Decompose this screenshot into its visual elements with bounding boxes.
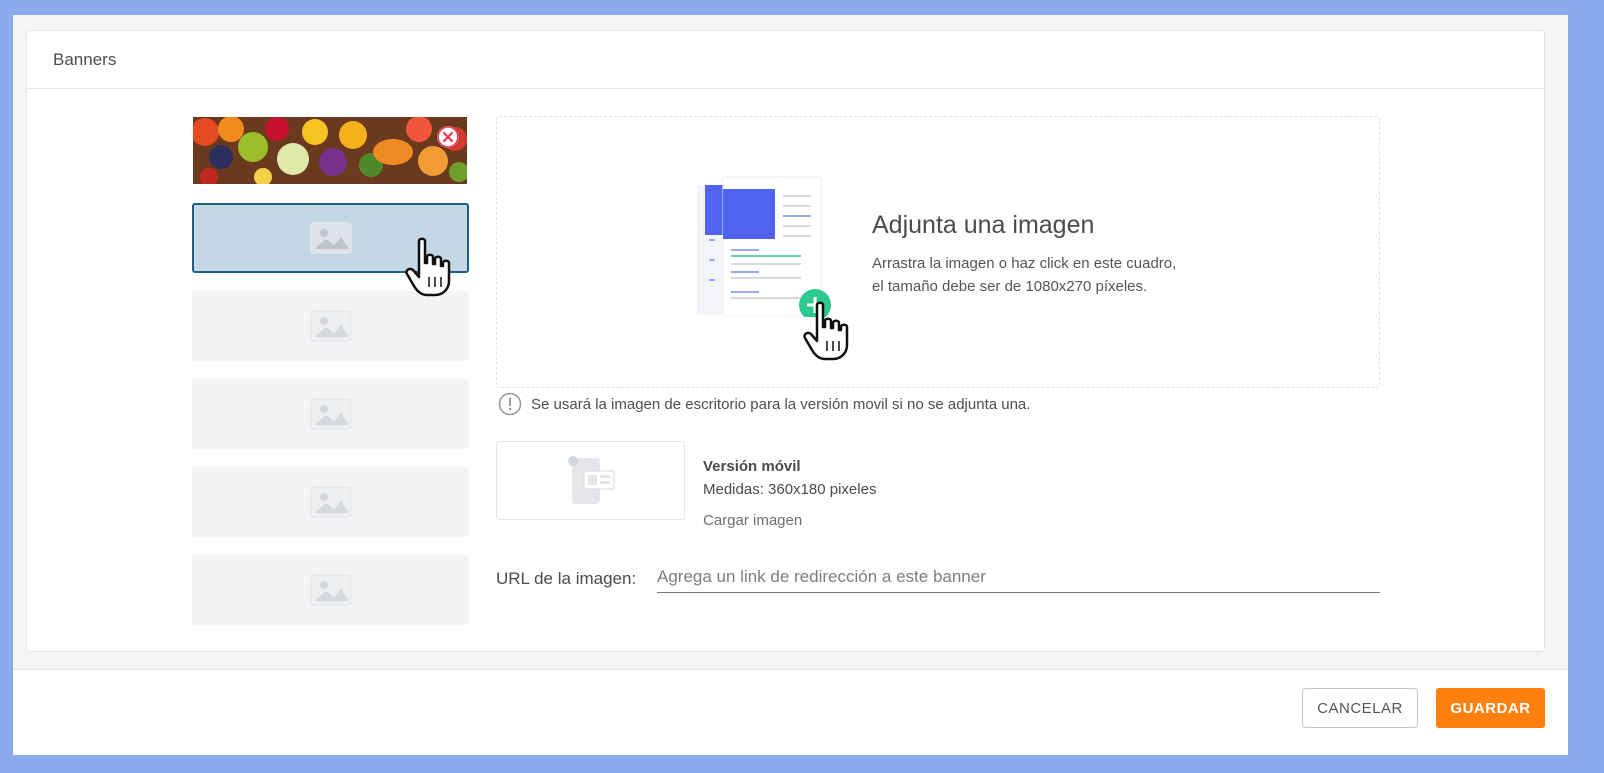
- load-mobile-image-link[interactable]: Cargar imagen: [703, 512, 802, 529]
- image-placeholder-icon: [310, 310, 351, 342]
- mobile-version-title: Versión móvil: [703, 458, 801, 475]
- info-icon: [498, 392, 522, 416]
- dropzone-title: Adjunta una imagen: [872, 211, 1095, 239]
- card-title: Banners: [27, 31, 1544, 89]
- footer-bar: CANCELAR GUARDAR: [13, 669, 1568, 755]
- app-frame: Banners Adjunta una imagen Arrastra la i…: [13, 15, 1568, 755]
- mobile-version-size: Medidas: 360x180 pixeles: [703, 481, 877, 498]
- hand-cursor-icon: [803, 301, 849, 361]
- image-url-input[interactable]: [657, 561, 1380, 593]
- dropzone-description-line-1: Arrastra la imagen o haz click en este c…: [872, 255, 1177, 272]
- banner-slot-6[interactable]: [192, 555, 469, 625]
- image-placeholder-icon: [310, 222, 351, 254]
- image-placeholder-icon: [310, 398, 351, 430]
- dropzone-description: Arrastra la imagen o haz click en este c…: [872, 252, 1232, 298]
- image-placeholder-icon: [310, 574, 351, 606]
- banner-slot-3[interactable]: [192, 291, 469, 361]
- banner-slot-5[interactable]: [192, 467, 469, 537]
- remove-icon: [437, 126, 459, 148]
- image-dropzone[interactable]: Adjunta una imagen Arrastra la imagen o …: [496, 116, 1380, 388]
- image-url-label: URL de la imagen:: [496, 569, 637, 588]
- banner-slot-4[interactable]: [192, 379, 469, 449]
- dropzone-description-line-2: el tamaño debe ser de 1080x270 píxeles.: [872, 278, 1148, 295]
- remove-banner-button[interactable]: [437, 126, 459, 148]
- notice-text: Se usará la imagen de escritorio para la…: [531, 395, 1031, 413]
- mobile-image-dropzone[interactable]: [496, 441, 685, 520]
- mobile-device-icon: [567, 455, 614, 504]
- fruit-banner-image: [193, 117, 467, 184]
- banner-thumbnail[interactable]: [193, 117, 467, 184]
- hand-cursor-icon: [405, 237, 451, 297]
- image-placeholder-icon: [310, 486, 351, 518]
- save-button[interactable]: GUARDAR: [1436, 688, 1545, 728]
- cancel-button[interactable]: CANCELAR: [1302, 688, 1418, 728]
- mobile-fallback-notice: Se usará la imagen de escritorio para la…: [498, 392, 1030, 416]
- document-upload-icon: [697, 176, 831, 317]
- banners-card: Banners Adjunta una imagen Arrastra la i…: [26, 30, 1545, 652]
